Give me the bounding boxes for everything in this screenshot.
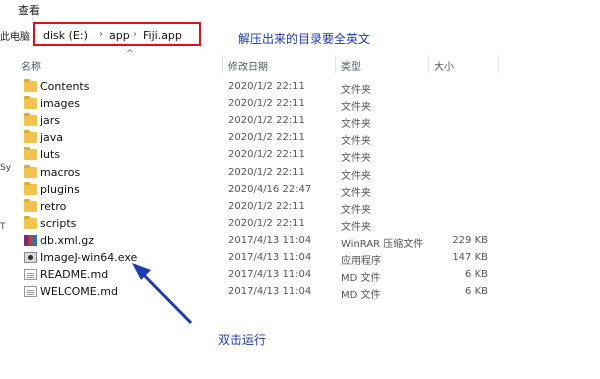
annotation-double-click-note: 双击运行: [218, 333, 267, 347]
arrow-shaft: [138, 269, 193, 325]
arrow-annotation: [132, 263, 193, 325]
